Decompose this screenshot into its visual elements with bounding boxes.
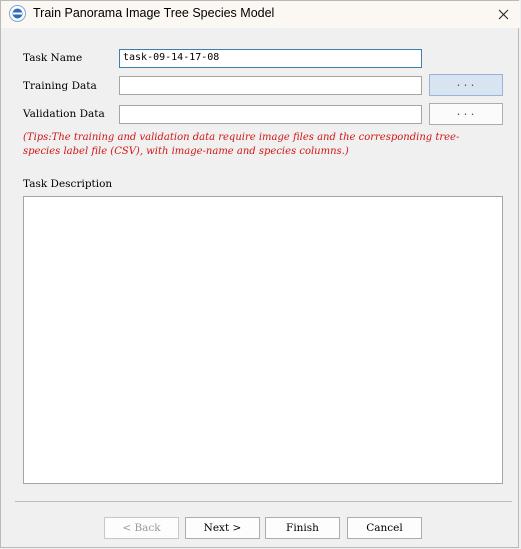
task-description-textarea[interactable]	[23, 196, 503, 484]
training-data-input[interactable]	[119, 76, 422, 95]
task-name-input[interactable]: task-09-14-17-08	[119, 49, 422, 68]
validation-data-input[interactable]	[119, 105, 422, 124]
training-data-browse-button[interactable]: ...	[429, 74, 503, 96]
task-description-label: Task Description	[23, 178, 113, 190]
tips-text: (Tips:The training and validation data r…	[23, 132, 460, 157]
task-name-label: Task Name	[23, 52, 83, 64]
finish-button[interactable]: Finish	[265, 517, 340, 539]
cancel-button[interactable]: Cancel	[347, 517, 422, 539]
title-bar[interactable]: Train Panorama Image Tree Species Model	[1, 1, 520, 28]
close-icon	[498, 9, 508, 20]
training-data-label: Training Data	[23, 80, 97, 92]
validation-data-label: Validation Data	[23, 108, 105, 120]
window-title: Train Panorama Image Tree Species Model	[33, 6, 275, 20]
app-logo-icon	[9, 5, 26, 22]
footer-separator	[15, 501, 512, 502]
next-button[interactable]: Next >	[185, 517, 260, 539]
validation-data-browse-button[interactable]: ...	[429, 103, 503, 125]
dialog-window: Train Panorama Image Tree Species Model …	[0, 0, 520, 548]
close-button[interactable]	[486, 1, 520, 28]
back-button[interactable]: < Back	[104, 517, 179, 539]
